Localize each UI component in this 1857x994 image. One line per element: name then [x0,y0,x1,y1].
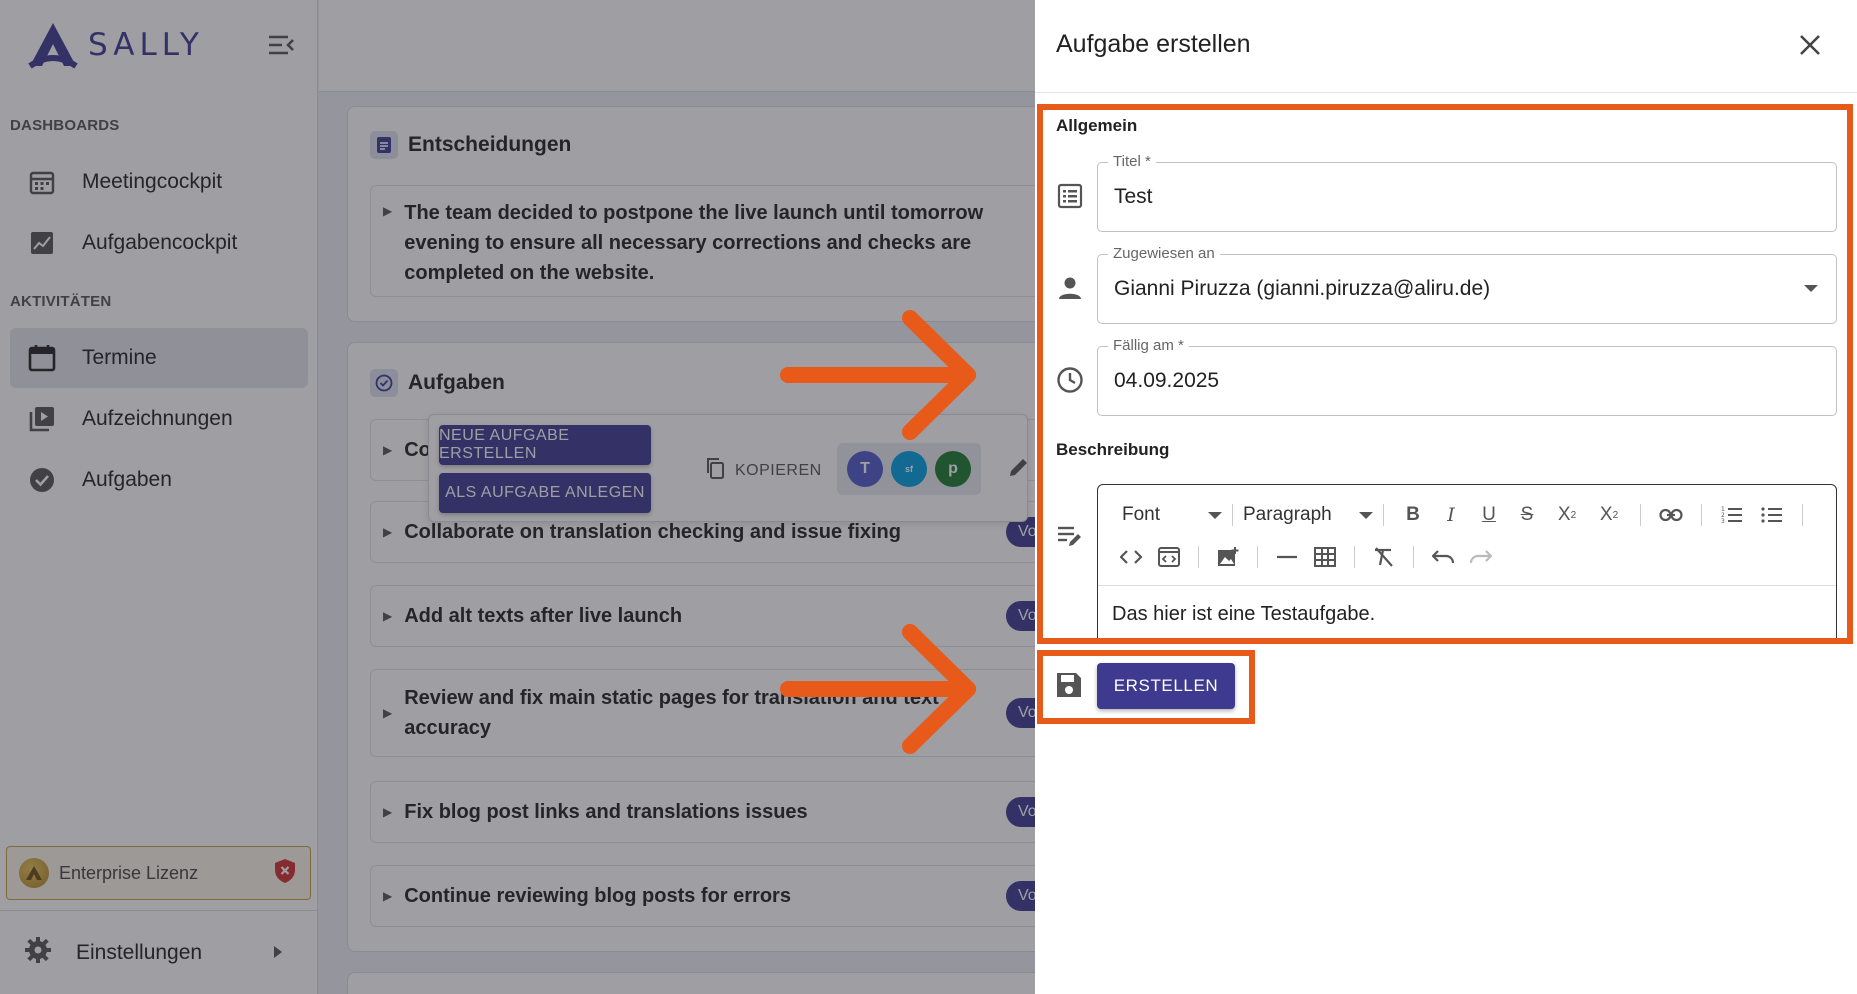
drawer-title: Aufgabe erstellen [1056,30,1251,58]
arrow-annotation-icon [780,310,976,440]
divider [1035,92,1857,93]
highlight-frame-form [1037,104,1853,644]
modal-backdrop[interactable] [0,0,1035,994]
close-icon[interactable] [1797,32,1823,58]
arrow-annotation-icon [780,624,976,754]
highlight-frame-button [1037,650,1255,724]
